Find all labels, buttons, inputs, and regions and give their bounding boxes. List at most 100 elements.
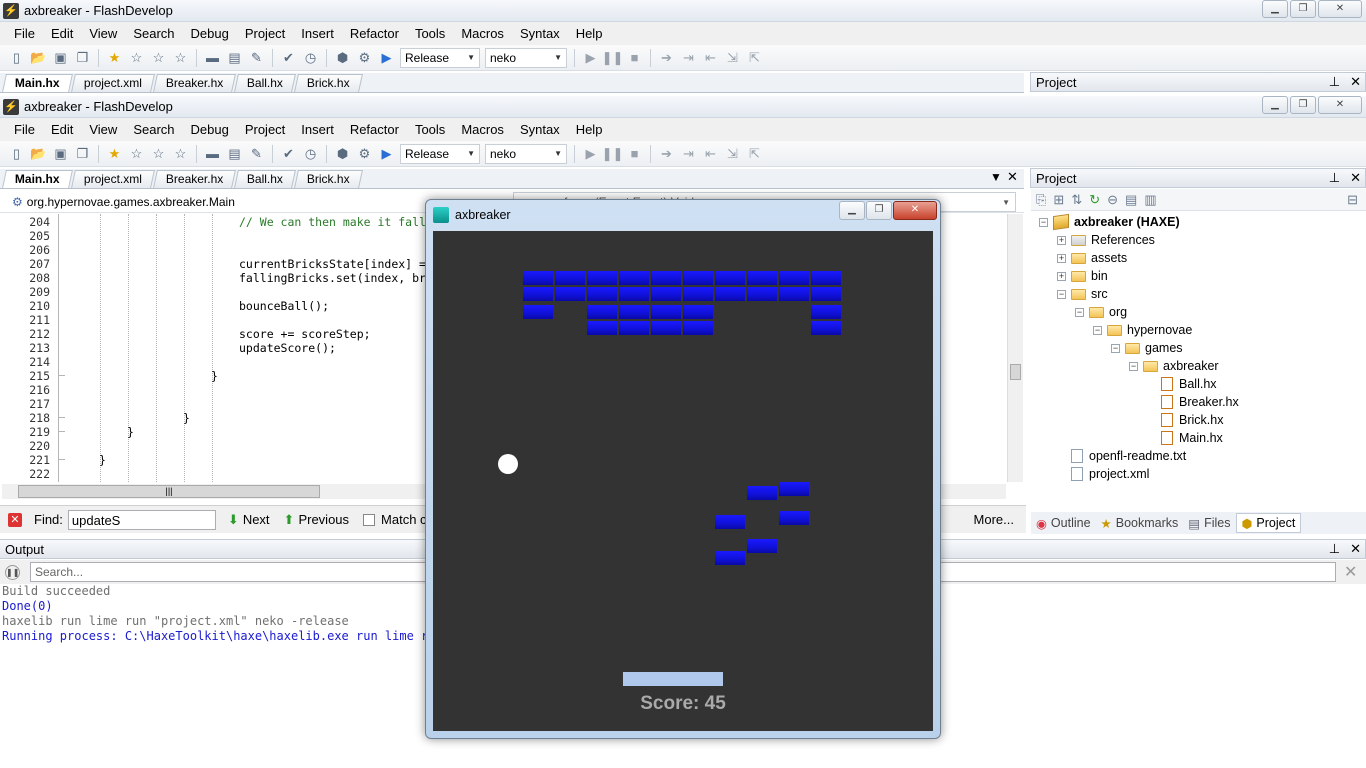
menu-item[interactable]: Edit: [43, 26, 81, 41]
expand-toggle-icon[interactable]: −: [1075, 307, 1084, 317]
expand-toggle-icon[interactable]: −: [1093, 325, 1102, 335]
menu-item[interactable]: Debug: [183, 26, 237, 41]
step-over-icon[interactable]: ⇲: [724, 145, 741, 162]
step-back-icon[interactable]: ⇱: [746, 145, 763, 162]
step-out-icon[interactable]: ⇤: [702, 49, 719, 66]
menu-item[interactable]: Search: [125, 122, 182, 137]
game-maximize-button[interactable]: ❐: [866, 201, 892, 220]
game-canvas[interactable]: Score: 45: [433, 231, 933, 731]
package-icon[interactable]: ⬢: [334, 145, 351, 162]
tab-files[interactable]: ▤ Files: [1183, 513, 1235, 533]
config-select[interactable]: Release ▼: [400, 143, 480, 164]
tree-item[interactable]: + assets: [1057, 249, 1127, 267]
menu-item[interactable]: Debug: [183, 122, 237, 137]
close-icon[interactable]: ✕: [1350, 541, 1361, 557]
menu-item[interactable]: File: [6, 26, 43, 41]
run-icon[interactable]: ▶: [378, 145, 395, 162]
build-icon[interactable]: ▥: [1144, 192, 1156, 208]
tab-project[interactable]: ⬢ Project: [1235, 513, 1302, 533]
layout-icon[interactable]: ▤: [226, 145, 243, 162]
save-all-icon[interactable]: ❐: [74, 145, 91, 162]
tab-bookmarks[interactable]: ★ Bookmarks: [1096, 513, 1184, 533]
bookmark-prev-icon[interactable]: ☆: [128, 145, 145, 162]
tree-item[interactable]: Main.hx: [1147, 429, 1223, 447]
target-select[interactable]: neko ▼: [485, 143, 567, 164]
menu-item[interactable]: Project: [237, 122, 293, 137]
package-icon[interactable]: ⬢: [334, 49, 351, 66]
pause-icon[interactable]: ❚❚: [602, 49, 624, 66]
pause-icon[interactable]: ❚❚: [602, 145, 624, 162]
expand-toggle-icon[interactable]: +: [1057, 235, 1066, 245]
refresh-icon[interactable]: ↻: [1089, 192, 1100, 208]
pause-icon[interactable]: ❚❚: [5, 564, 20, 580]
tab-breaker-hx[interactable]: Breaker.hx: [152, 170, 236, 188]
bookmark-icon[interactable]: ★: [106, 145, 123, 162]
pin-icon[interactable]: ⊥: [1329, 74, 1340, 90]
tool-icon[interactable]: ✎: [248, 49, 265, 66]
menu-item[interactable]: View: [81, 122, 125, 137]
bookmark-clear-icon[interactable]: ☆: [172, 49, 189, 66]
expand-toggle-icon[interactable]: −: [1057, 289, 1066, 299]
tree-item[interactable]: − src: [1057, 285, 1108, 303]
menu-item[interactable]: File: [6, 122, 43, 137]
close-find-icon[interactable]: ✕: [8, 512, 22, 527]
step-out-icon[interactable]: ⇤: [702, 145, 719, 162]
play-icon[interactable]: ▶: [582, 49, 599, 66]
menu-item[interactable]: Syntax: [512, 122, 568, 137]
sync-icon[interactable]: ⇅: [1071, 192, 1082, 208]
step-in-icon[interactable]: ⇥: [680, 49, 697, 66]
close-document-icon[interactable]: ✕: [1007, 169, 1018, 185]
save-icon[interactable]: ▣: [52, 145, 69, 162]
tab-brick-hx[interactable]: Brick.hx: [294, 74, 363, 92]
minimize-button[interactable]: ▁: [1262, 96, 1288, 114]
check-icon[interactable]: ✔: [280, 49, 297, 66]
tree-item[interactable]: + bin: [1057, 267, 1108, 285]
clear-search-icon[interactable]: ✕: [1344, 562, 1357, 582]
new-file-icon[interactable]: ▯: [8, 145, 25, 162]
bookmark-icon[interactable]: ★: [106, 49, 123, 66]
find-previous-button[interactable]: Previous: [298, 512, 349, 527]
menu-item[interactable]: Macros: [453, 26, 512, 41]
menu-item[interactable]: Macros: [453, 122, 512, 137]
close-button[interactable]: ✕: [1318, 96, 1362, 114]
menu-item[interactable]: Tools: [407, 26, 453, 41]
clock-icon[interactable]: ◷: [302, 145, 319, 162]
hierarchy-icon[interactable]: ⊟: [1347, 192, 1358, 208]
clock-icon[interactable]: ◷: [302, 49, 319, 66]
maximize-button[interactable]: ❐: [1290, 96, 1316, 114]
tool-icon[interactable]: ✎: [248, 145, 265, 162]
tab-breaker-hx[interactable]: Breaker.hx: [152, 74, 236, 92]
add-icon[interactable]: ⊞: [1053, 192, 1064, 208]
stop-icon[interactable]: ■: [626, 145, 643, 162]
more-options-button[interactable]: More...: [974, 512, 1014, 527]
config-select[interactable]: Release ▼: [400, 47, 480, 68]
expand-toggle-icon[interactable]: +: [1057, 271, 1066, 281]
console-icon[interactable]: ▬: [204, 145, 221, 162]
stop-icon[interactable]: ■: [626, 49, 643, 66]
bookmark-next-icon[interactable]: ☆: [150, 49, 167, 66]
target-select[interactable]: neko ▼: [485, 47, 567, 68]
menu-item[interactable]: Syntax: [512, 26, 568, 41]
close-icon[interactable]: ✕: [1350, 74, 1361, 90]
new-file-icon[interactable]: ▯: [8, 49, 25, 66]
step-over-icon[interactable]: ⇲: [724, 49, 741, 66]
tree-item[interactable]: Breaker.hx: [1147, 393, 1239, 411]
check-icon[interactable]: ✔: [280, 145, 297, 162]
tab-ball-hx[interactable]: Ball.hx: [234, 170, 297, 188]
tab-project-xml[interactable]: project.xml: [70, 74, 155, 92]
tree-item[interactable]: + References: [1057, 231, 1155, 249]
minimize-button[interactable]: ▁: [1262, 0, 1288, 18]
save-icon[interactable]: ▣: [52, 49, 69, 66]
menu-item[interactable]: View: [81, 26, 125, 41]
tab-main-hx[interactable]: Main.hx: [2, 170, 73, 188]
tree-item[interactable]: Brick.hx: [1147, 411, 1223, 429]
bookmark-next-icon[interactable]: ☆: [150, 145, 167, 162]
copy-icon[interactable]: ⎘: [1036, 192, 1046, 208]
maximize-button[interactable]: ❐: [1290, 0, 1316, 18]
layout-icon[interactable]: ▤: [226, 49, 243, 66]
menu-item[interactable]: Help: [568, 122, 611, 137]
menu-item[interactable]: Project: [237, 26, 293, 41]
tree-item[interactable]: − axbreaker: [1129, 357, 1219, 375]
expand-toggle-icon[interactable]: −: [1111, 343, 1120, 353]
open-icon[interactable]: 📂: [30, 145, 47, 162]
